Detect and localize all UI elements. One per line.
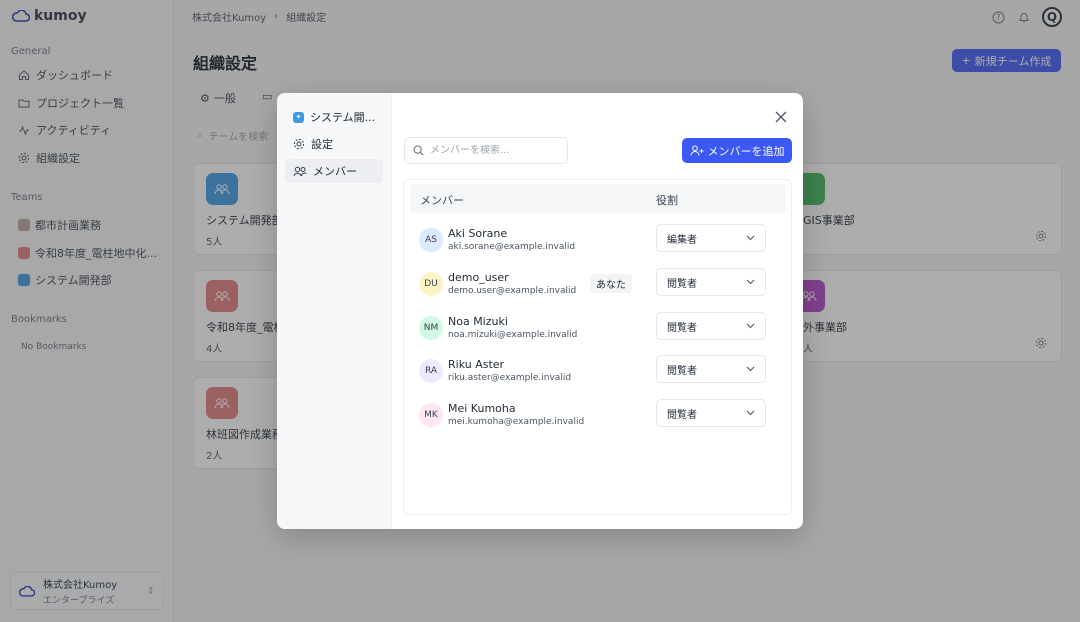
- avatar: DU: [419, 272, 443, 296]
- gear-icon: [293, 138, 305, 150]
- modal-sidebar: ✦ システム開... 設定 メンバー: [277, 93, 392, 529]
- member-table: メンバー 役割 AS Aki Sorane aki.sorane@example…: [403, 179, 792, 515]
- role-select[interactable]: 編集者: [656, 224, 766, 252]
- member-email: riku.aster@example.invalid: [448, 373, 572, 383]
- role-select[interactable]: 閲覧者: [656, 399, 766, 427]
- chevron-down-icon: [746, 408, 755, 419]
- role-select[interactable]: 閲覧者: [656, 312, 766, 340]
- modal-tab-label: メンバー: [313, 165, 357, 178]
- team-settings-modal: ✦ システム開... 設定 メンバー メンバーを追加 メンバー 役割 AS Ak…: [277, 93, 803, 529]
- member-email: demo.user@example.invalid: [448, 286, 577, 296]
- chevron-down-icon: [746, 364, 755, 375]
- table-row: AS Aki Sorane aki.sorane@example.invalid…: [404, 220, 793, 263]
- add-member-button[interactable]: メンバーを追加: [682, 138, 792, 163]
- modal-tab-label: 設定: [311, 138, 333, 151]
- modal-team-name: システム開...: [310, 111, 376, 124]
- you-badge: あなた: [590, 274, 632, 293]
- member-name: Aki Sorane: [448, 227, 508, 240]
- chevron-down-icon: [746, 277, 755, 288]
- avatar: MK: [419, 403, 443, 427]
- role-value: 閲覧者: [667, 409, 697, 421]
- table-row: DU demo_user demo.user@example.invalid あ…: [404, 264, 793, 307]
- member-search-input[interactable]: [430, 145, 560, 156]
- modal-tab-settings[interactable]: 設定: [285, 132, 383, 156]
- col-member-header: メンバー: [420, 194, 464, 207]
- chevron-down-icon: [746, 321, 755, 332]
- role-value: 閲覧者: [667, 278, 697, 290]
- member-name: demo_user: [448, 271, 509, 284]
- table-row: NM Noa Mizuki noa.mizuki@example.invalid…: [404, 308, 793, 351]
- role-value: 編集者: [667, 234, 697, 246]
- close-icon[interactable]: [773, 109, 789, 125]
- member-email: mei.kumoha@example.invalid: [448, 417, 585, 427]
- table-row: RA Riku Aster riku.aster@example.invalid…: [404, 351, 793, 394]
- member-name: Mei Kumoha: [448, 402, 516, 415]
- member-email: noa.mizuki@example.invalid: [448, 330, 578, 340]
- user-plus-icon: [690, 145, 703, 156]
- search-icon: [413, 145, 424, 156]
- avatar: AS: [419, 228, 443, 252]
- role-select[interactable]: 閲覧者: [656, 355, 766, 383]
- table-row: MK Mei Kumoha mei.kumoha@example.invalid…: [404, 395, 793, 438]
- team-badge-icon: ✦: [293, 111, 304, 123]
- table-header: メンバー 役割: [410, 184, 786, 213]
- col-role-header: 役割: [656, 194, 678, 207]
- chevron-down-icon: [746, 233, 755, 244]
- add-member-label: メンバーを追加: [707, 144, 785, 158]
- member-email: aki.sorane@example.invalid: [448, 242, 576, 252]
- role-value: 閲覧者: [667, 322, 697, 334]
- role-select[interactable]: 閲覧者: [656, 268, 766, 296]
- avatar: NM: [419, 316, 443, 340]
- member-name: Noa Mizuki: [448, 315, 508, 328]
- member-search[interactable]: [404, 137, 568, 164]
- avatar: RA: [419, 359, 443, 383]
- role-value: 閲覧者: [667, 365, 697, 377]
- modal-tab-members[interactable]: メンバー: [285, 159, 383, 183]
- users-icon: [293, 166, 307, 176]
- modal-team-header: ✦ システム開...: [285, 105, 383, 129]
- member-name: Riku Aster: [448, 358, 505, 371]
